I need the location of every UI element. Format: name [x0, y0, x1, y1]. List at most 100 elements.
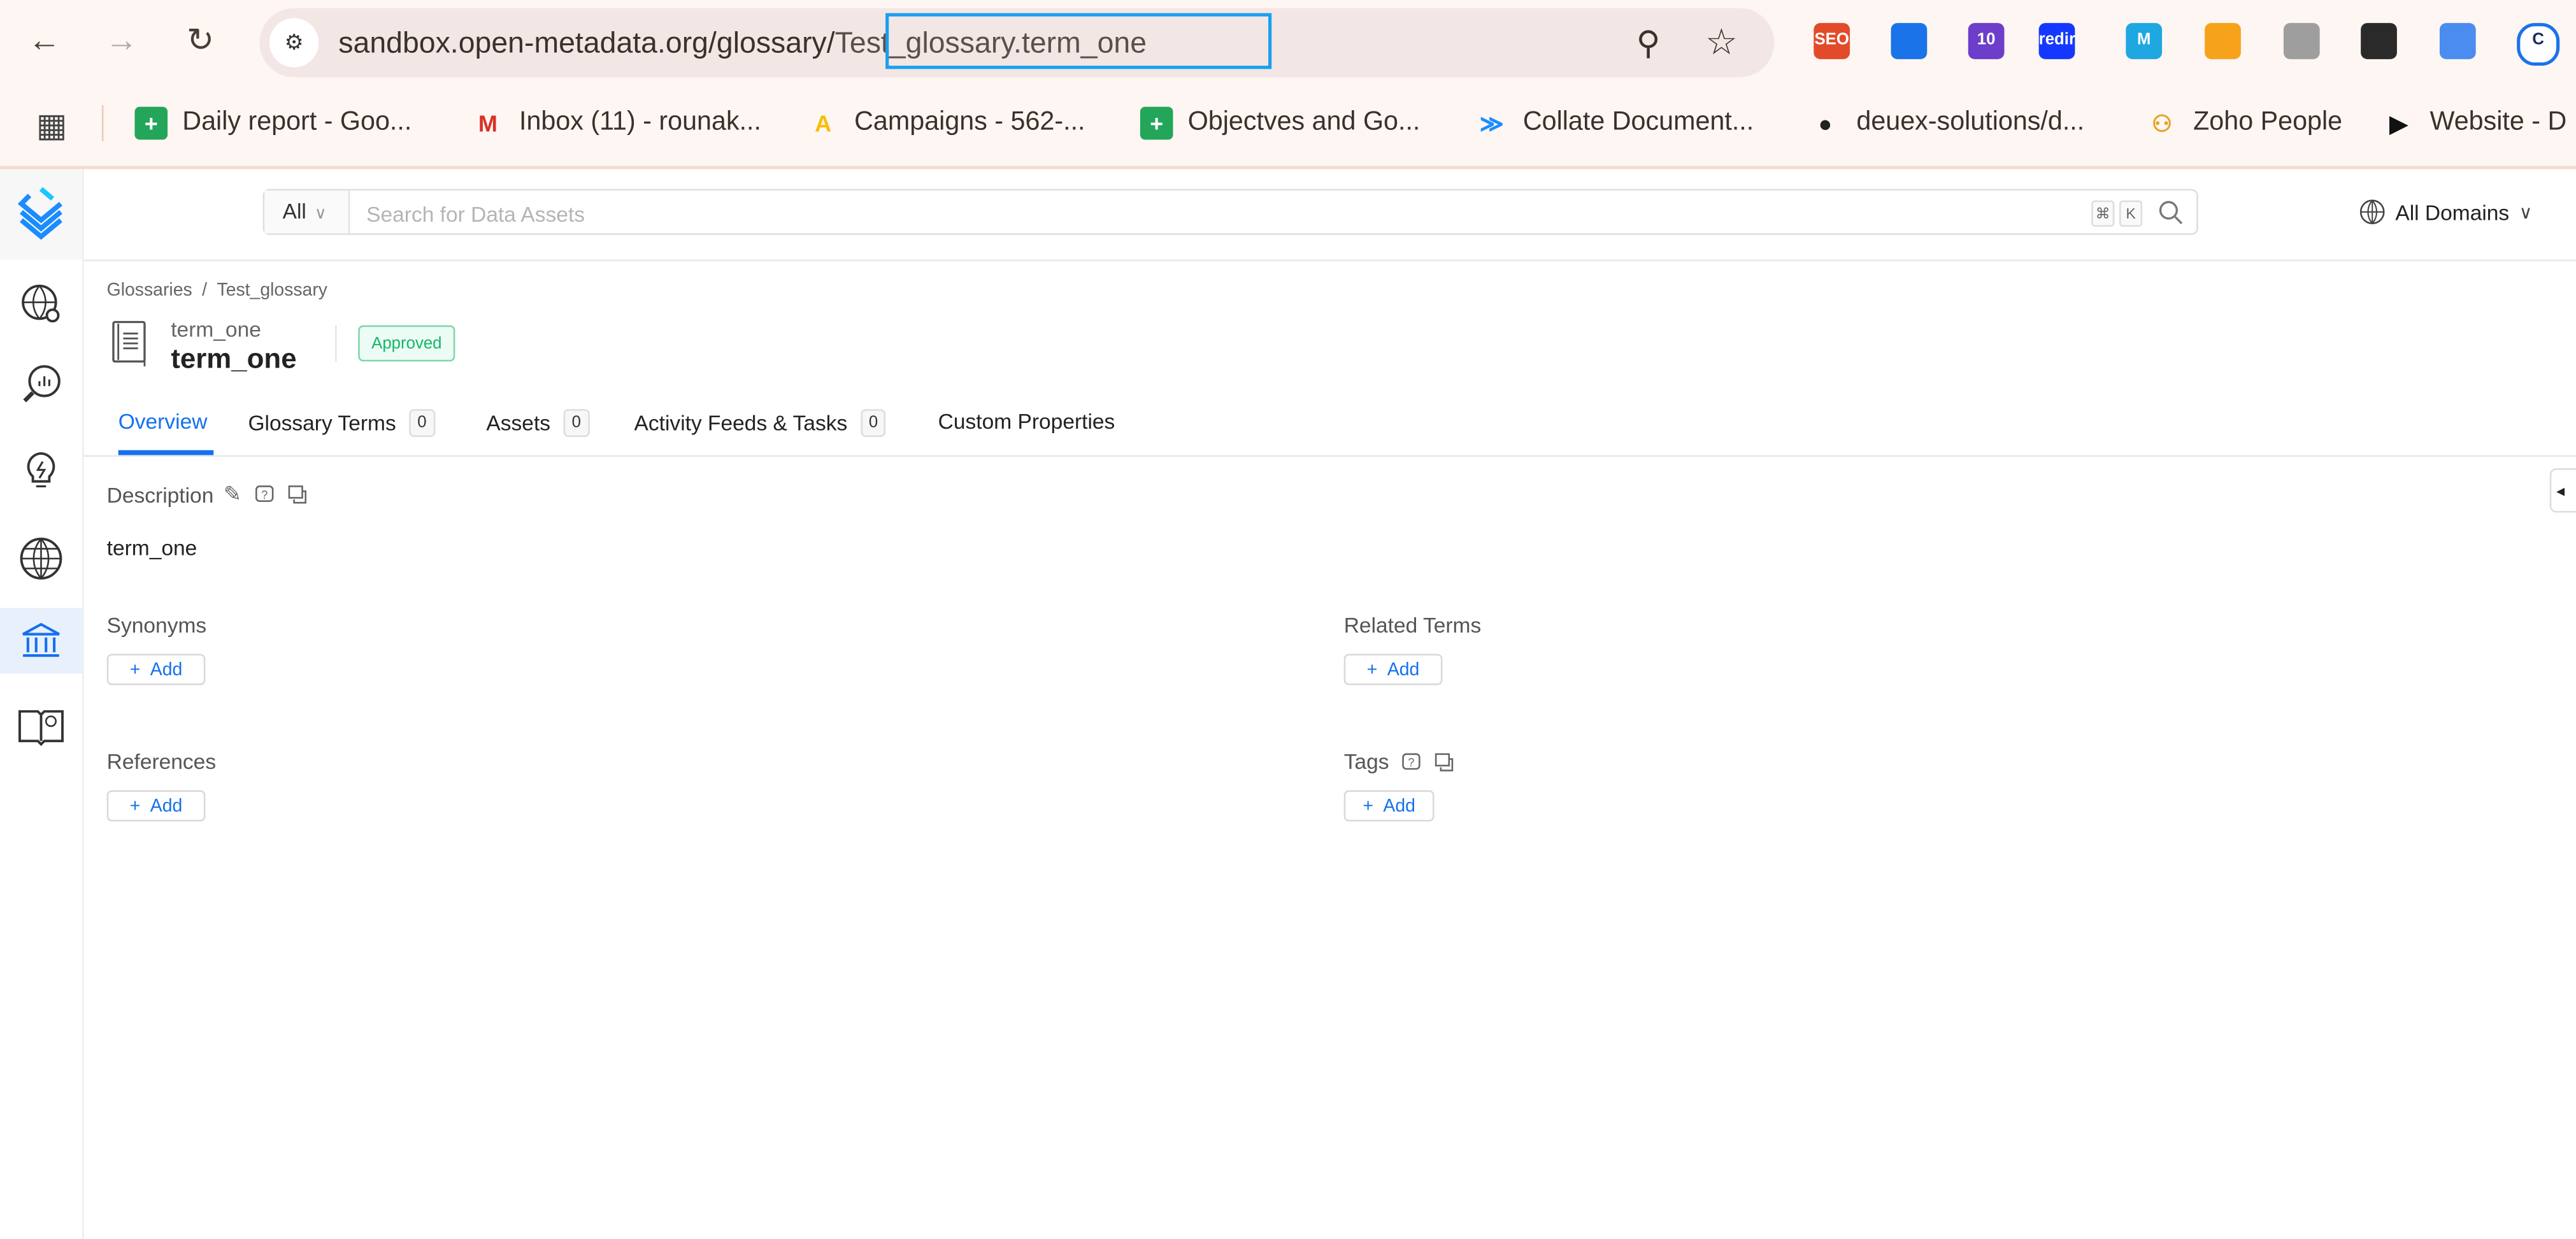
badge-10-extension-icon[interactable]: 10 [1968, 23, 2005, 59]
zoom-out-icon[interactable]: ⚲ [1636, 23, 1661, 64]
breadcrumb-test-glossary[interactable]: Test_glossary [217, 281, 327, 301]
plus-icon: + [1366, 659, 1378, 680]
bookmark-label: Daily report - Goo... [182, 108, 412, 137]
globe-icon [2359, 199, 2385, 225]
sidebar-item-domains[interactable] [0, 526, 82, 591]
collapse-panel-button[interactable]: ◂ [2549, 468, 2576, 513]
forward-icon[interactable]: → [103, 23, 140, 59]
address-bar[interactable]: ⚙ sandbox.open-metadata.org/glossary/Tes… [259, 8, 1775, 78]
tab-label: Activity Feeds & Tasks [634, 410, 848, 436]
breadcrumb: Glossaries / Test_glossary [107, 281, 338, 301]
github-icon: ● [1818, 110, 1833, 137]
sheets-icon: + [134, 106, 168, 140]
lightbulb-icon [27, 452, 55, 487]
bookmark-star-icon[interactable]: ☆ [1705, 22, 1738, 64]
tags-section-header: Tags ? [1344, 749, 1455, 774]
description-label: Description [106, 482, 214, 507]
bookmark-label: Objectves and Go... [1187, 108, 1420, 137]
bookmark-item[interactable]: A Campaigns - 562-... [806, 103, 1085, 143]
add-label: Add [1383, 796, 1415, 816]
term-name: term_one [171, 317, 261, 342]
bookmark-item[interactable]: ▶ Website - D [2382, 103, 2567, 143]
bookmark-item[interactable]: ≫ Collate Document... [1475, 103, 1754, 143]
reload-icon[interactable]: ↻ [182, 23, 218, 59]
tag-extension-icon[interactable] [1891, 23, 1928, 59]
bank-icon [22, 622, 60, 657]
bookmark-item[interactable]: M Inbox (11) - rounak... [471, 103, 761, 143]
sidebar-item-knowledge[interactable] [0, 693, 82, 759]
add-synonym-button[interactable]: + Add [106, 654, 206, 685]
bookmark-item[interactable]: + Daily report - Goo... [134, 103, 411, 143]
bookmark-item[interactable]: ● deuex-solutions/d... [1809, 103, 2084, 143]
sidebar-item-observability[interactable] [0, 352, 82, 417]
collate-icon: ≫ [1479, 110, 1504, 137]
blue-tag-extension-icon[interactable] [2439, 23, 2476, 59]
add-label: Add [150, 796, 183, 816]
add-related-term-button[interactable]: + Add [1343, 654, 1443, 685]
request-description-icon[interactable]: ? [255, 485, 275, 505]
magnifier-chart-icon [23, 365, 61, 403]
redir-extension-icon[interactable]: redir [2038, 23, 2075, 59]
google-ads-icon: A [815, 110, 832, 137]
tab-glossary-terms[interactable]: Glossary Terms 0 [248, 409, 435, 438]
edit-icon[interactable]: ✎ [224, 482, 241, 508]
c-extension-icon[interactable]: C [2517, 23, 2560, 66]
request-tags-icon[interactable]: ? [1402, 752, 1422, 771]
tab-label: Glossary Terms [248, 410, 396, 436]
tab-custom-properties[interactable]: Custom Properties [938, 409, 1115, 434]
add-reference-button[interactable]: + Add [106, 790, 206, 822]
browser-toolbar: ← → ↻ ⚙ sandbox.open-metadata.org/glossa… [0, 0, 2576, 169]
bookmark-item[interactable]: + Objectves and Go... [1140, 103, 1420, 143]
sidebar-item-explore[interactable] [0, 271, 82, 337]
sidebar-item-governance[interactable] [0, 608, 82, 674]
sidebar-item-insights[interactable] [0, 439, 82, 505]
sheets-icon: + [1140, 106, 1173, 140]
apps-grid-icon[interactable]: ▦ [36, 105, 68, 146]
plus-icon: + [1363, 796, 1373, 816]
domains-label: All Domains [2395, 199, 2510, 225]
search-input[interactable] [362, 195, 2013, 232]
zoho-icon: ⚇ [2151, 110, 2173, 137]
m-extension-icon[interactable]: M [2126, 23, 2163, 59]
site-settings-icon[interactable]: ⚙ [269, 18, 319, 68]
sidebar [0, 169, 84, 1239]
tab-label: Assets [486, 410, 551, 436]
breadcrumb-separator: / [202, 281, 208, 301]
references-label: References [106, 749, 217, 774]
bookmark-label: Zoho People [2193, 108, 2343, 137]
domains-dropdown[interactable]: All Domains ∨ [2359, 199, 2533, 225]
back-icon[interactable]: ← [26, 23, 62, 59]
glossary-term-icon [112, 320, 146, 367]
add-tag-button[interactable]: + Add [1343, 790, 1435, 822]
shortcut-k-key: K [2119, 200, 2143, 227]
dark-extension-icon[interactable] [2361, 23, 2397, 59]
avatar-extension-icon[interactable] [2283, 23, 2320, 59]
book-bulb-icon [18, 710, 64, 747]
description-text: term_one [106, 535, 197, 561]
active-tab-indicator [118, 450, 214, 455]
svg-text:?: ? [261, 489, 268, 501]
chevron-down-icon: ∨ [2519, 203, 2533, 223]
tab-activity-feeds[interactable]: Activity Feeds & Tasks 0 [634, 409, 887, 438]
header-divider [335, 325, 337, 362]
search-category-select[interactable]: All ∨ [264, 190, 350, 234]
breadcrumb-glossaries[interactable]: Glossaries [107, 281, 192, 301]
status-badge: Approved [358, 325, 455, 362]
tab-assets[interactable]: Assets 0 [486, 409, 589, 438]
chevron-down-icon: ∨ [314, 205, 327, 224]
related-terms-label: Related Terms [1343, 613, 1482, 638]
add-label: Add [1387, 659, 1420, 680]
tab-overview[interactable]: Overview [118, 409, 208, 434]
play-icon: ▶ [2389, 110, 2408, 137]
url-host: sandbox.open-metadata.org/glossary/ [338, 26, 835, 59]
conversation-icon[interactable] [1435, 752, 1455, 771]
tags-label: Tags [1343, 749, 1389, 774]
orange-extension-icon[interactable] [2205, 23, 2241, 59]
seo-extension-icon[interactable]: SEO [1814, 23, 1850, 59]
tab-count: 0 [563, 409, 589, 438]
bookmark-item[interactable]: ⚇ Zoho People [2145, 103, 2342, 143]
synonyms-label: Synonyms [106, 613, 207, 638]
conversation-icon[interactable] [287, 485, 307, 505]
search-icon[interactable] [2159, 201, 2184, 226]
openmetadata-logo[interactable] [0, 169, 82, 260]
